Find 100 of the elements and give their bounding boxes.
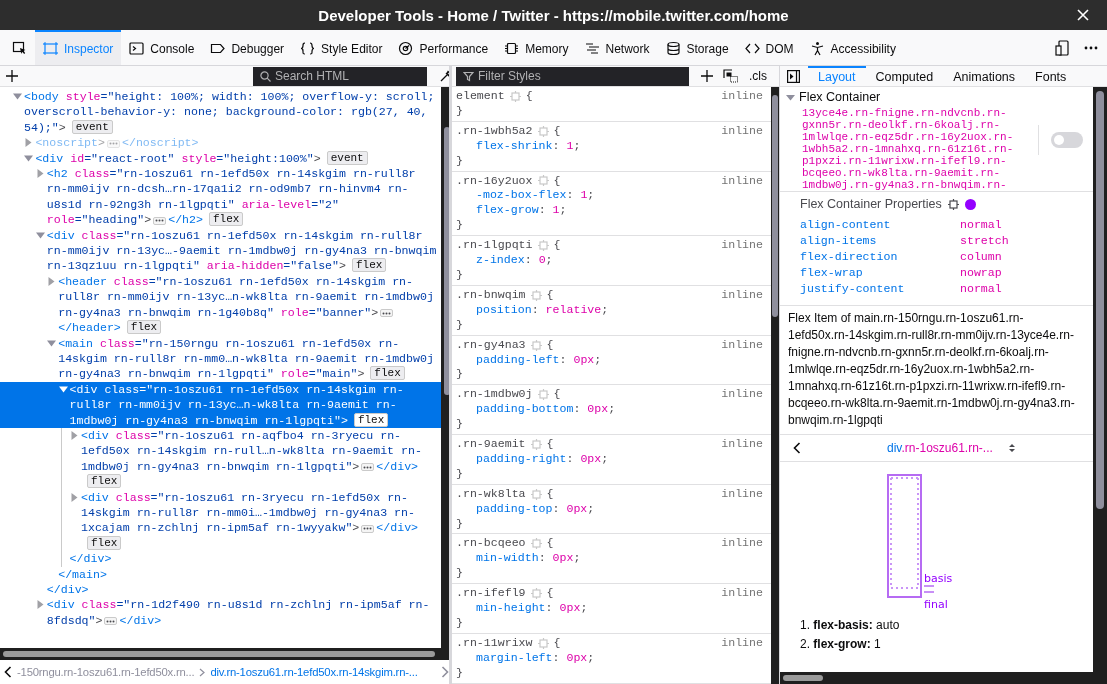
- css-declaration[interactable]: z-index: 0;: [456, 253, 763, 268]
- rule-source[interactable]: inline: [721, 387, 763, 403]
- highlighter-icon[interactable]: [947, 198, 959, 210]
- collapsed-arrow-icon[interactable]: [35, 600, 45, 610]
- selector-highlighter-icon[interactable]: [537, 637, 549, 649]
- markup-node-row[interactable]: <div class="rn-1oszu61 rn-aqfbo4 rn-3ryecu rn-1efd50x rn-14skgim rn-rull…n-wk8lta rn-9aemit rn-1mdbw0j rn-gy4na3 rn-bnwqim rn-1lgpqti"> </div> flex: [0, 427, 441, 490]
- scrollbar[interactable]: [780, 672, 1107, 684]
- markup-node-row[interactable]: <header class="rn-1oszu61 rn-1efd50x rn-14skgim rn-rull8r rn-mm0ijv rn-13yc…n-wk8lta rn-9aemit rn-1mdbw0j rn-gy4na3 rn-bnwqim rn-1g40b8q" role="banner"> </header> flex: [0, 273, 441, 336]
- rule-source[interactable]: inline: [721, 238, 763, 254]
- css-declaration[interactable]: -moz-box-flex: 1;: [456, 188, 763, 204]
- collapsed-content-button[interactable]: [380, 309, 394, 318]
- selector-highlighter-icon[interactable]: [530, 538, 542, 550]
- plus-icon[interactable]: [701, 70, 713, 82]
- toggle-switch[interactable]: [1051, 132, 1083, 148]
- rule-source[interactable]: inline: [721, 536, 763, 552]
- collapsed-arrow-icon[interactable]: [47, 276, 57, 286]
- markup-node-row[interactable]: <main class="rn-150rngu rn-1oszu61 rn-1efd50x rn-14skgim rn-rull8r rn-mm0…n-wk8lta rn-9aemit rn-1mdbw0j rn-gy4na3 rn-bnwqim rn-1lgpqti" role="main"> flex: [0, 335, 441, 382]
- css-declaration[interactable]: position: relative;: [456, 302, 763, 318]
- plus-icon[interactable]: [6, 70, 18, 82]
- collapsed-content-button[interactable]: [361, 463, 375, 472]
- markup-node-row[interactable]: <div class="rn-1oszu61 rn-3ryecu rn-1efd50x rn-14skgim rn-rull8r rn-mm0i…-1mdbw0j rn-gy4na3 rn-1xcajam rn-zchlnj rn-ipm5af rn-1wyyakw"> </div> flex: [0, 489, 441, 552]
- responsive-design-icon[interactable]: [1055, 39, 1071, 56]
- tool-tab[interactable]: DOM: [736, 30, 802, 65]
- cls-button[interactable]: .cls: [747, 69, 769, 83]
- markup-node-row[interactable]: <body style="height: 100%; width: 100%; overflow-y: scroll; overscroll-behavior-y: none; background-color: rgb(27, 40, 54);"> event: [0, 89, 441, 136]
- collapsed-arrow-icon[interactable]: [24, 138, 34, 148]
- scrollbar[interactable]: [0, 648, 449, 660]
- node-badge-button[interactable]: flex: [87, 474, 122, 489]
- sort-arrows-icon[interactable]: [1008, 443, 1015, 453]
- expanded-arrow-icon[interactable]: [24, 153, 34, 163]
- tool-tab[interactable]: Style Editor: [292, 30, 391, 65]
- expanded-arrow-icon[interactable]: [58, 384, 68, 394]
- css-declaration[interactable]: padding-top: 0px;: [456, 501, 763, 517]
- rule-source[interactable]: inline: [721, 173, 763, 189]
- rule-source[interactable]: inline: [721, 486, 763, 502]
- selector-highlighter-icon[interactable]: [537, 175, 549, 187]
- color-swatch[interactable]: [964, 198, 976, 210]
- sidebar-toggle-icon[interactable]: [787, 69, 800, 83]
- collapsed-arrow-icon[interactable]: [35, 169, 45, 179]
- markup-node-row[interactable]: <div id="react-root" style="height:100%"> event: [0, 150, 441, 167]
- node-badge-button[interactable]: flex: [352, 258, 387, 273]
- rule-source[interactable]: inline: [721, 635, 763, 651]
- selector-highlighter-icon[interactable]: [530, 339, 542, 351]
- rule-source[interactable]: inline: [721, 337, 763, 353]
- css-declaration[interactable]: flex-grow: 1;: [456, 203, 763, 219]
- tool-tab[interactable]: Memory: [496, 30, 577, 65]
- node-badge-button[interactable]: flex: [370, 366, 405, 381]
- disclosure-arrow-icon[interactable]: [786, 92, 795, 102]
- selector-highlighter-icon[interactable]: [537, 389, 549, 401]
- css-declaration[interactable]: margin-left: 0px;: [456, 650, 763, 666]
- selector-highlighter-icon[interactable]: [509, 90, 521, 102]
- markup-node-row[interactable]: <div class="rn-1oszu61 rn-1efd50x rn-14skgim rn-rull8r rn-mm0ijv rn-13yc…-9aemit rn-1mdbw0j rn-gy4na3 rn-bnwqim rn-13qz1uu rn-1lgpqti" aria-hidden="false"> flex: [0, 227, 441, 274]
- markup-node-row[interactable]: <h2 class="rn-1oszu61 rn-1efd50x rn-14skgim rn-rull8r rn-mm0ijv rn-dcsh…rn-17qa1i2 rn-od9mb7 rn-hinvm4 rn-u8s1d rn-92ng3h rn-1lgpqti" aria-level="2" role="heading"> </h2> flex: [0, 166, 441, 228]
- expanded-arrow-icon[interactable]: [35, 230, 45, 240]
- tool-tab[interactable]: Accessibility: [801, 30, 904, 65]
- collapsed-content-button[interactable]: [153, 216, 167, 225]
- node-badge-button[interactable]: flex: [87, 535, 122, 550]
- node-badge-button[interactable]: event: [71, 119, 113, 134]
- scrollbar[interactable]: [1093, 87, 1107, 672]
- rule-source[interactable]: inline: [721, 89, 763, 104]
- node-badge-button[interactable]: flex: [353, 412, 389, 427]
- selector-highlighter-icon[interactable]: [530, 289, 542, 301]
- markup-node-row[interactable]: <div class="rn-1d2f490 rn-u8s1d rn-zchlnj rn-ipm5af rn-8fdsdq"> </div>: [0, 597, 441, 629]
- css-declaration[interactable]: min-width: 0px;: [456, 551, 763, 567]
- rule-source[interactable]: inline: [721, 123, 763, 139]
- collapsed-content-button[interactable]: [104, 617, 118, 626]
- sidebar-tab[interactable]: Computed: [865, 66, 944, 86]
- search-field[interactable]: Search HTML: [253, 66, 427, 86]
- collapsed-arrow-icon[interactable]: [70, 492, 79, 502]
- sidebar-tab[interactable]: Animations: [943, 66, 1026, 86]
- collapsed-arrow-icon[interactable]: [70, 430, 79, 440]
- node-badge-button[interactable]: flex: [126, 320, 162, 335]
- filter-field[interactable]: Filter Styles: [456, 66, 689, 86]
- css-declaration[interactable]: flex-shrink: 1;: [456, 138, 763, 154]
- selector-highlighter-icon[interactable]: [537, 125, 549, 137]
- tool-tab[interactable]: Debugger: [202, 30, 293, 65]
- tool-tab[interactable]: Console: [121, 30, 203, 65]
- expanded-arrow-icon[interactable]: [13, 92, 22, 101]
- close-icon[interactable]: [1077, 9, 1089, 21]
- css-declaration[interactable]: padding-left: 0px;: [456, 352, 763, 368]
- rule-source[interactable]: inline: [721, 437, 763, 452]
- css-declaration[interactable]: padding-right: 0px;: [456, 451, 763, 467]
- sidebar-tab[interactable]: Fonts: [1025, 66, 1077, 86]
- css-declaration[interactable]: padding-bottom: 0px;: [456, 402, 763, 418]
- css-declaration[interactable]: min-height: 0px;: [456, 601, 763, 616]
- tool-tab[interactable]: Storage: [657, 30, 737, 65]
- rule-source[interactable]: inline: [721, 287, 763, 303]
- selector-highlighter-icon[interactable]: [537, 240, 549, 252]
- collapsed-content-button[interactable]: [107, 139, 120, 148]
- node-badge-button[interactable]: flex: [209, 212, 244, 227]
- markup-node-row[interactable]: <div class="rn-1oszu61 rn-1efd50x rn-14skgim rn-rull8r rn-mm0ijv rn-13yc…n-wk8lta rn-9aemit rn-1mdbw0j rn-gy4na3 rn-bnwqim rn-1lgpqti"> flex: [0, 381, 441, 428]
- chevron-left-icon[interactable]: [4, 666, 12, 678]
- sidebar-tab[interactable]: Layout: [808, 66, 866, 86]
- breadcrumb-item[interactable]: div.rn-1oszu61.rn-1efd50x.rn-14skgim.rn-...: [210, 666, 418, 678]
- collapsed-content-button[interactable]: [361, 524, 375, 533]
- selector-highlighter-icon[interactable]: [530, 439, 542, 450]
- rule-source[interactable]: inline: [721, 586, 763, 602]
- expanded-arrow-icon[interactable]: [47, 338, 57, 348]
- tool-tab[interactable]: Performance: [390, 30, 497, 65]
- selector-highlighter-icon[interactable]: [530, 588, 542, 600]
